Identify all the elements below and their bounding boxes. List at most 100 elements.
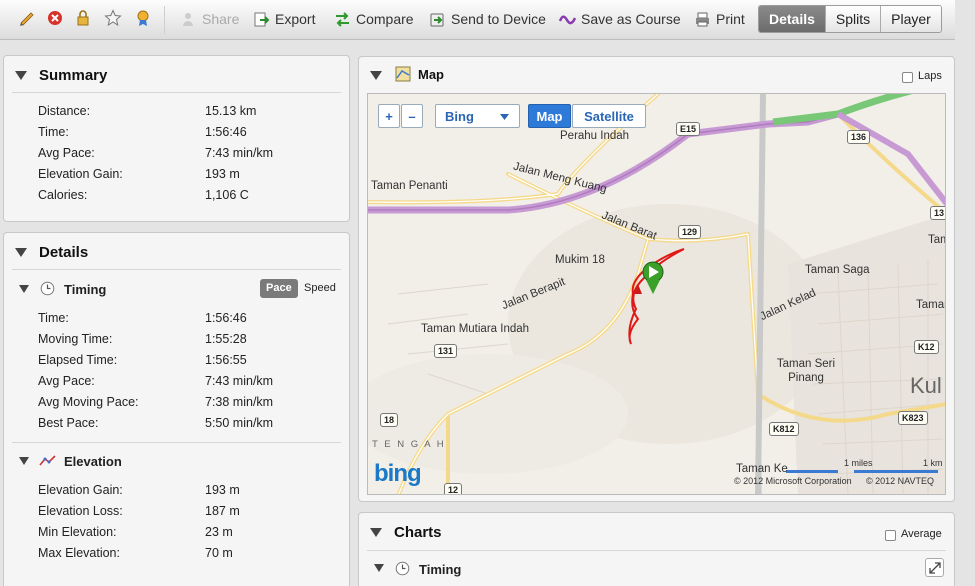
road-shield: 18 — [380, 413, 399, 427]
details-panel: Details Timing Pace Speed Time: 1:56:46 … — [3, 232, 350, 586]
map-type-map-button[interactable]: Map — [528, 104, 571, 128]
map-panel: Map Laps + – Bing Map Satellite Perahu I… — [358, 56, 955, 502]
compare-icon — [336, 11, 349, 27]
elevation-value: 70 m — [205, 546, 233, 560]
zoom-out-button[interactable]: – — [401, 104, 423, 128]
timing-chart-collapse-triangle-icon[interactable] — [374, 564, 384, 572]
map-view[interactable]: + – Bing Map Satellite Perahu Indah Tama… — [367, 93, 946, 495]
timing-value: 1:56:46 — [205, 311, 247, 325]
delete-icon[interactable] — [46, 9, 64, 27]
summary-value: 1:56:46 — [205, 125, 247, 139]
road-shield: K812 — [769, 422, 799, 436]
send-to-device-button[interactable]: Send to Device — [429, 9, 546, 29]
map-canvas[interactable] — [368, 94, 946, 495]
road-shield: 13 — [930, 206, 945, 220]
map-place-label: Taman Ke — [736, 463, 788, 475]
timing-label: Moving Time: — [38, 332, 113, 346]
tab-splits[interactable]: Splits — [824, 6, 881, 32]
timing-value: 1:56:55 — [205, 353, 247, 367]
collapse-triangle-icon[interactable] — [370, 528, 382, 537]
summary-label: Elevation Gain: — [38, 167, 123, 181]
collapse-triangle-icon[interactable] — [15, 71, 27, 80]
timing-chart-title: Timing — [419, 562, 462, 577]
timing-value: 1:55:28 — [205, 332, 247, 346]
speed-toggle[interactable]: Speed — [304, 280, 336, 297]
badge-icon[interactable] — [134, 9, 152, 27]
elevation-value: 193 m — [205, 483, 240, 497]
timing-value: 5:50 min/km — [205, 416, 274, 430]
summary-value: 15.13 km — [205, 104, 257, 118]
elevation-label: Elevation Gain: — [38, 483, 123, 497]
pencil-icon[interactable] — [18, 9, 36, 27]
star-icon[interactable] — [104, 9, 122, 27]
zoom-in-button[interactable]: + — [378, 104, 400, 128]
export-button[interactable]: Export — [253, 9, 315, 29]
timing-title: Timing — [64, 282, 107, 297]
save-as-course-label: Save as Course — [581, 11, 681, 27]
timing-label: Best Pace: — [38, 416, 99, 430]
collapse-triangle-icon[interactable] — [370, 71, 382, 80]
road-shield: K12 — [914, 340, 939, 354]
elevation-value: 187 m — [205, 504, 240, 518]
map-region-label: T E N G A H — [372, 439, 446, 450]
charts-title: Charts — [394, 524, 442, 541]
collapse-triangle-icon[interactable] — [15, 248, 27, 257]
scale-km-label: 1 km — [923, 458, 943, 468]
summary-panel: Summary Distance: 15.13 km Time: 1:56:46… — [3, 55, 350, 222]
elevation-value: 23 m — [205, 525, 233, 539]
map-place-label: Taman Saga — [805, 264, 870, 276]
clock-icon — [40, 281, 55, 296]
print-label: Print — [716, 11, 745, 27]
printer-icon — [696, 12, 709, 26]
compare-label: Compare — [356, 11, 414, 27]
road-shield: 129 — [678, 225, 702, 239]
elevation-title: Elevation — [64, 454, 122, 469]
map-place-label: Taman Mutiara Indah — [421, 323, 530, 335]
map-type-satellite-button[interactable]: Satellite — [572, 104, 646, 128]
expand-button[interactable] — [925, 558, 944, 577]
laps-checkbox[interactable] — [902, 72, 913, 83]
timing-label: Time: — [38, 311, 69, 325]
tab-player[interactable]: Player — [880, 6, 941, 32]
divider — [367, 550, 946, 551]
map-place-label: Mukim 18 — [555, 254, 605, 266]
device-icon — [430, 13, 444, 26]
divider — [12, 92, 341, 93]
divider — [12, 269, 341, 270]
share-button[interactable]: Share — [180, 9, 239, 29]
timing-collapse-triangle-icon[interactable] — [19, 285, 29, 293]
elevation-label: Max Elevation: — [38, 546, 120, 560]
compare-button[interactable]: Compare — [334, 9, 414, 29]
average-checkbox[interactable] — [885, 530, 896, 541]
share-icon — [183, 12, 193, 26]
tab-details[interactable]: Details — [759, 6, 825, 32]
map-city-label: Kul — [910, 373, 942, 398]
road-shield: E15 — [676, 122, 701, 136]
summary-title: Summary — [39, 67, 108, 84]
summary-label: Calories: — [38, 188, 88, 202]
send-to-device-label: Send to Device — [451, 11, 546, 27]
timing-label: Avg Moving Pace: — [38, 395, 139, 409]
map-icon — [395, 66, 411, 82]
map-place-label: Taman Penanti — [371, 180, 448, 192]
view-tabs: Details Splits Player — [758, 5, 942, 33]
map-provider-select[interactable]: Bing — [435, 104, 520, 128]
save-as-course-button[interactable]: Save as Course — [559, 9, 681, 29]
course-icon — [559, 15, 576, 24]
bing-logo: bing — [374, 460, 422, 487]
share-label: Share — [202, 11, 240, 27]
elevation-collapse-triangle-icon[interactable] — [19, 457, 29, 465]
timing-label: Avg Pace: — [38, 374, 95, 388]
pace-toggle[interactable]: Pace — [260, 279, 298, 298]
lock-icon[interactable] — [74, 9, 92, 27]
details-title: Details — [39, 244, 89, 261]
copyright-microsoft: © 2012 Microsoft Corporation — [734, 476, 852, 486]
road-shield: 131 — [434, 344, 458, 358]
timing-value: 7:43 min/km — [205, 374, 274, 388]
map-title: Map — [418, 67, 444, 82]
print-button[interactable]: Print — [694, 9, 745, 29]
average-label: Average — [901, 528, 942, 540]
export-label: Export — [275, 11, 316, 27]
toolbar: Share Export Compare Send to Device Save… — [0, 0, 955, 40]
summary-value: 7:43 min/km — [205, 146, 274, 160]
